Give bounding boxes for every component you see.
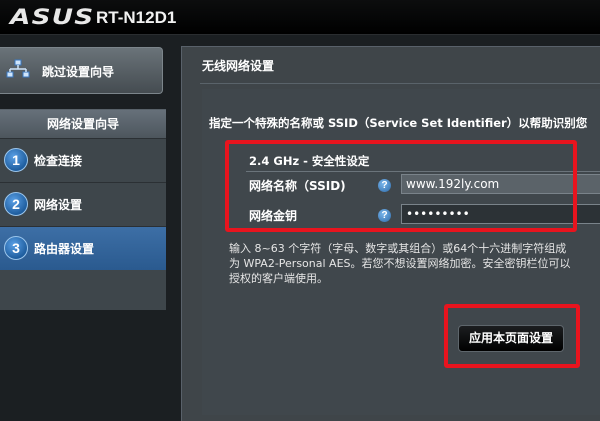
step-number-icon: 3	[4, 236, 28, 260]
wizard-step-check-connection[interactable]: 1 检查连接	[0, 138, 166, 182]
step-label: 检查连接	[34, 154, 83, 168]
annotation-highlight-apply-button	[444, 304, 580, 368]
step-number-icon: 2	[4, 192, 28, 216]
hint-line: 输入 8~63 个字符（字母、数字或其组合）或64个十六进制字符组成	[229, 242, 567, 255]
annotation-highlight-wifi-fields	[225, 140, 577, 232]
page-title: 无线网络设置	[202, 59, 275, 73]
sidebar: 跳过设置向导 网络设置向导 1 检查连接 2 网络设置 3 路由器设置	[0, 35, 166, 420]
step-number-icon: 1	[4, 148, 28, 172]
router-model-name: RT-N12D1	[96, 8, 177, 27]
key-hint-text: 输入 8~63 个字符（字母、数字或其组合）或64个十六进制字符组成 为 WPA…	[229, 241, 600, 286]
step-label: 网络设置	[34, 198, 83, 212]
skip-wizard-label: 跳过设置向导	[42, 65, 115, 79]
ssid-description: 指定一个特殊的名称或 SSID（Service Set Identifier）以…	[209, 116, 588, 130]
skip-wizard-button[interactable]: 跳过设置向导	[0, 47, 163, 94]
step-label: 路由器设置	[34, 242, 95, 256]
hint-line: 为 WPA2-Personal AES。若您不想设置网络加密。安全密钥栏位可以	[229, 257, 571, 270]
hint-line: 授权的客户端使用。	[229, 272, 328, 285]
top-header-bar: ASUS RT-N12D1	[0, 0, 600, 35]
wizard-step-network-settings[interactable]: 2 网络设置	[0, 182, 166, 226]
asus-logo: ASUS	[10, 5, 95, 29]
network-icon	[6, 59, 30, 78]
title-divider	[200, 83, 600, 84]
setup-wizard-panel: 网络设置向导 1 检查连接 2 网络设置 3 路由器设置	[0, 109, 166, 310]
wizard-title: 网络设置向导	[0, 110, 166, 138]
wizard-step-router-settings[interactable]: 3 路由器设置	[0, 226, 166, 270]
